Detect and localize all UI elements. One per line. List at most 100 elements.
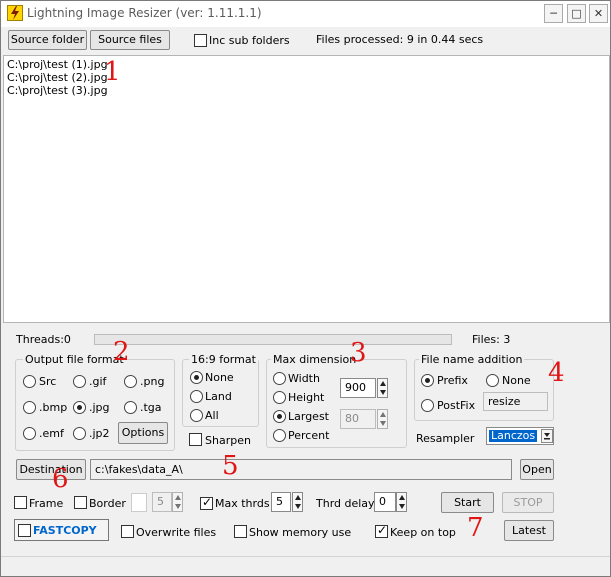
percent-stepper[interactable] [377, 409, 388, 429]
annotation-7: 7 [467, 513, 484, 543]
format-emf-radio[interactable] [23, 427, 36, 440]
border-checkbox[interactable] [74, 496, 87, 509]
dim-width-label: Width [288, 372, 320, 385]
keep-on-top-label: Keep on top [390, 526, 456, 539]
border-label: Border [89, 497, 126, 510]
thrd-delay-label: Thrd delay [316, 497, 375, 510]
window-title: Lightning Image Resizer (ver: 1.11.1.1) [27, 6, 262, 20]
prefix-label: Prefix [437, 374, 468, 387]
chevron-down-icon[interactable] [541, 429, 553, 443]
files-count: Files: 3 [472, 333, 511, 346]
aspect-all-radio[interactable] [190, 409, 203, 422]
app-window: Lightning Image Resizer (ver: 1.11.1.1) … [0, 0, 611, 577]
max-dimension-title: Max dimension [271, 353, 359, 366]
format-gif-label: .gif [89, 375, 107, 388]
size-stepper[interactable] [377, 378, 388, 398]
percent-input[interactable]: 80 [340, 409, 376, 429]
overwrite-label: Overwrite files [136, 526, 217, 539]
annotation-6: 6 [52, 464, 69, 494]
resampler-select[interactable]: Lanczos [486, 427, 554, 445]
fastcopy-label: FASTCOPY [33, 524, 97, 537]
resampler-label: Resampler [416, 432, 475, 445]
annotation-1: 1 [104, 57, 121, 87]
source-files-button[interactable]: Source files [90, 30, 170, 50]
list-item[interactable]: C:\proj\test (2).jpg [4, 71, 609, 84]
frame-checkbox[interactable] [14, 496, 27, 509]
aspect-none-radio[interactable] [190, 371, 203, 384]
files-processed-status: Files processed: 9 in 0.44 secs [316, 33, 484, 46]
title-bar: Lightning Image Resizer (ver: 1.11.1.1) … [1, 1, 610, 27]
format-tga-radio[interactable] [124, 401, 137, 414]
annotation-4: 4 [548, 358, 565, 388]
file-list[interactable]: C:\proj\test (1).jpg C:\proj\test (2).jp… [3, 55, 610, 323]
list-item[interactable]: C:\proj\test (1).jpg [4, 58, 609, 71]
open-button[interactable]: Open [520, 459, 554, 480]
thrd-delay-input[interactable]: 0 [374, 492, 396, 512]
name-addition-input[interactable]: resize [483, 392, 548, 411]
postfix-label: PostFix [437, 399, 476, 412]
file-name-addition-title: File name addition [419, 353, 525, 366]
size-input[interactable]: 900 [340, 378, 376, 398]
border-size-input[interactable]: 5 [152, 492, 172, 512]
close-button[interactable]: ✕ [589, 4, 608, 23]
aspect-land-radio[interactable] [190, 390, 203, 403]
format-tga-label: .tga [140, 401, 162, 414]
format-src-radio[interactable] [23, 375, 36, 388]
inc-sub-folders-checkbox[interactable] [194, 34, 207, 47]
status-bar [1, 556, 610, 576]
latest-button[interactable]: Latest [504, 520, 554, 541]
postfix-radio[interactable] [421, 399, 434, 412]
show-memory-label: Show memory use [249, 526, 352, 539]
show-memory-checkbox[interactable] [234, 525, 247, 538]
aspect-all-label: All [205, 409, 219, 422]
format-jp2-radio[interactable] [73, 427, 86, 440]
list-item[interactable]: C:\proj\test (3).jpg [4, 84, 609, 97]
frame-label: Frame [29, 497, 64, 510]
aspect-title: 16:9 format [189, 353, 258, 366]
source-folder-button[interactable]: Source folder [8, 30, 87, 50]
format-src-label: Src [39, 375, 57, 388]
overwrite-checkbox[interactable] [121, 525, 134, 538]
max-thrds-input[interactable]: 5 [271, 492, 291, 512]
dim-percent-radio[interactable] [273, 429, 286, 442]
aspect-land-label: Land [205, 390, 232, 403]
destination-path-input[interactable]: c:\fakes\data_A\ [90, 459, 512, 480]
sharpen-checkbox[interactable] [189, 433, 202, 446]
start-button[interactable]: Start [441, 492, 494, 513]
aspect-none-label: None [205, 371, 234, 384]
format-jpg-label: .jpg [89, 401, 110, 414]
inc-sub-folders-label: Inc sub folders [209, 34, 290, 47]
name-none-radio[interactable] [486, 374, 499, 387]
format-bmp-label: .bmp [39, 401, 68, 414]
output-format-title: Output file format [23, 353, 126, 366]
thrd-delay-stepper[interactable] [396, 492, 407, 512]
max-thrds-stepper[interactable] [292, 492, 303, 512]
dim-largest-radio[interactable] [273, 410, 286, 423]
format-bmp-radio[interactable] [23, 401, 36, 414]
border-color-swatch[interactable] [131, 493, 147, 512]
annotation-3: 3 [350, 338, 367, 368]
resampler-value: Lanczos [489, 429, 538, 442]
maximize-button[interactable]: □ [567, 4, 586, 23]
dim-width-radio[interactable] [273, 372, 286, 385]
format-png-radio[interactable] [124, 375, 137, 388]
prefix-radio[interactable] [421, 374, 434, 387]
lightning-icon [7, 5, 23, 21]
max-thrds-checkbox[interactable] [200, 495, 213, 510]
destination-button[interactable]: Destination [16, 459, 86, 480]
fastcopy-checkbox[interactable] [18, 524, 31, 537]
format-gif-radio[interactable] [73, 375, 86, 388]
keep-on-top-checkbox[interactable] [375, 523, 388, 538]
format-png-label: .png [140, 375, 165, 388]
dim-height-radio[interactable] [273, 391, 286, 404]
options-button[interactable]: Options [118, 422, 168, 444]
fastcopy-toggle[interactable]: FASTCOPY [14, 519, 109, 541]
stop-button[interactable]: STOP [502, 492, 554, 513]
format-emf-label: .emf [39, 427, 64, 440]
border-size-stepper[interactable] [172, 492, 183, 512]
minimize-button[interactable]: ─ [544, 4, 563, 23]
format-jpg-radio[interactable] [73, 401, 86, 414]
dim-height-label: Height [288, 391, 325, 404]
sharpen-label: Sharpen [205, 434, 251, 447]
progress-bar [94, 334, 452, 345]
